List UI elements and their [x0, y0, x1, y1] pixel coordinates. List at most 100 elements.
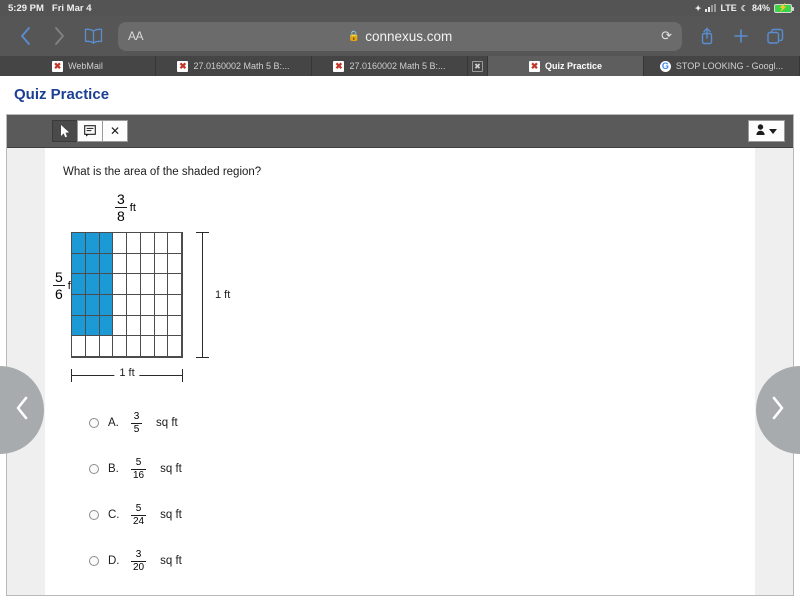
forward-chevron-icon	[44, 21, 74, 51]
grid-cell-shaded	[85, 294, 100, 316]
tabs-overview-icon[interactable]	[760, 21, 790, 51]
reload-icon[interactable]: ⟳	[661, 28, 672, 44]
browser-tab-quiz-practice[interactable]: ✖ Quiz Practice	[488, 56, 644, 76]
grid-cell	[127, 315, 141, 337]
grid-cell	[140, 294, 155, 316]
fraction-numerator: 3	[135, 548, 142, 560]
grid-cell	[127, 294, 141, 316]
sticky-note-icon[interactable]	[77, 120, 103, 142]
grid-cell-shaded	[85, 274, 100, 295]
fraction-numerator: 5	[135, 456, 142, 468]
caret-down-icon	[769, 125, 777, 137]
answer-letter: C.	[108, 509, 120, 521]
grid-cell	[154, 315, 169, 337]
connexus-favicon: ✖	[333, 60, 345, 72]
quiz-body: What is the area of the shaded region? 3…	[7, 148, 793, 595]
page-title: Quiz Practice	[14, 86, 110, 103]
answer-letter: D.	[108, 555, 120, 567]
book-icon[interactable]	[78, 21, 108, 51]
plus-icon[interactable]	[726, 21, 756, 51]
browser-tab-math5b-1[interactable]: ✖ 27.0160002 Math 5 B:...	[156, 56, 312, 76]
grid-cell-shaded	[72, 315, 86, 337]
close-icon[interactable]: ✕	[102, 120, 128, 142]
screen: 5:29 PM Fri Mar 4 ✦ LTE ☾ 84% ⚡ AA 🔒 con…	[0, 0, 800, 600]
fraction-denominator: 20	[133, 561, 145, 573]
grid-cell	[127, 336, 141, 357]
share-icon[interactable]	[692, 21, 722, 51]
close-icon: ✖	[472, 60, 483, 72]
tab-label: 27.0160002 Math 5 B:...	[349, 61, 446, 71]
answer-choice[interactable]: B. 5 16 sq ft	[89, 446, 182, 492]
fraction-numerator: 3	[133, 410, 140, 422]
dimension-cap	[182, 369, 183, 382]
grid-cell	[113, 294, 127, 316]
figure-top-label: 3 8 ft	[115, 192, 136, 223]
connexus-favicon: ✖	[177, 60, 189, 72]
answer-unit: sq ft	[160, 555, 182, 567]
network-type: LTE	[720, 3, 737, 13]
grid-cell-shaded	[99, 233, 114, 254]
answer-fraction: 3 20	[131, 548, 147, 573]
grid-cell	[85, 336, 100, 357]
answer-choice[interactable]: A. 3 5 sq ft	[89, 400, 182, 446]
tool-group: ✕	[52, 120, 128, 142]
user-menu-button[interactable]	[748, 120, 785, 142]
grid-cell	[140, 233, 155, 254]
tab-label: 27.0160002 Math 5 B:...	[193, 61, 290, 71]
tab-label: STOP LOOKING - Googl...	[675, 61, 784, 71]
grid-cell	[113, 336, 127, 357]
fraction-denominator: 6	[55, 286, 63, 302]
fraction-denominator: 16	[133, 469, 145, 481]
fraction-numerator: 5	[55, 269, 63, 285]
connexus-favicon: ✖	[52, 60, 64, 72]
text-size-button[interactable]: AA	[128, 29, 144, 43]
fraction-denominator: 24	[133, 515, 145, 527]
back-chevron-icon[interactable]	[10, 21, 40, 51]
question-area: What is the area of the shaded region? 3…	[45, 148, 755, 595]
cursor-pointer-icon[interactable]	[52, 120, 78, 142]
answer-radio[interactable]	[89, 464, 99, 474]
browser-tab-stop-looking[interactable]: STOP LOOKING - Googl...	[644, 56, 800, 76]
connexus-favicon: ✖	[528, 60, 540, 72]
grid-cell-shaded	[85, 315, 100, 337]
grid-cell	[168, 315, 182, 337]
answer-fraction: 5 16	[131, 456, 147, 481]
grid-cell-shaded	[85, 253, 100, 275]
right-dimension: 1 ft	[193, 232, 231, 358]
dimension-line	[202, 232, 203, 358]
grid-cell	[154, 294, 169, 316]
answer-fraction: 35	[131, 410, 142, 435]
url-display: 🔒 connexus.com	[118, 29, 682, 44]
grid-cell	[127, 233, 141, 254]
grid-cell-shaded	[85, 233, 100, 254]
grid-cell-shaded	[72, 233, 86, 254]
tab-strip: ✖ WebMail ✖ 27.0160002 Math 5 B:... ✖ 27…	[0, 56, 800, 76]
answer-choice[interactable]: D. 3 20 sq ft	[89, 538, 182, 584]
grid-cell	[140, 336, 155, 357]
chevron-right-icon	[771, 396, 785, 424]
address-bar[interactable]: AA 🔒 connexus.com ⟳	[118, 21, 682, 51]
grid-cell	[113, 233, 127, 254]
grid-cell	[113, 315, 127, 337]
browser-tab-webmail[interactable]: ✖ WebMail	[0, 56, 156, 76]
answer-choice[interactable]: C. 5 24 sq ft	[89, 492, 182, 538]
answer-letter: B.	[108, 463, 119, 475]
answer-radio[interactable]	[89, 418, 99, 428]
answer-radio[interactable]	[89, 510, 99, 520]
fraction-three-eighths: 3 8	[115, 192, 127, 223]
grid-cell-shaded	[99, 274, 114, 295]
answer-choices: A. 3 5 sq ft B. 5 16 sq ft C. 5 24 sq ft D. 3 20 sq ft	[89, 400, 182, 584]
google-favicon	[659, 60, 671, 72]
answer-radio[interactable]	[89, 556, 99, 566]
grid-cell	[168, 274, 182, 295]
browser-tab-math5b-2[interactable]: ✖ 27.0160002 Math 5 B:...	[312, 56, 468, 76]
status-time: 5:29 PM	[8, 2, 44, 14]
area-grid	[71, 232, 183, 358]
grid-cell	[140, 315, 155, 337]
grid-cell	[154, 253, 169, 275]
tab-close-button[interactable]: ✖	[468, 56, 488, 76]
cellular-signal-icon	[705, 4, 717, 12]
tab-label: WebMail	[68, 61, 103, 71]
bottom-dimension-label: 1 ft	[114, 367, 140, 379]
grid-cell	[113, 274, 127, 295]
